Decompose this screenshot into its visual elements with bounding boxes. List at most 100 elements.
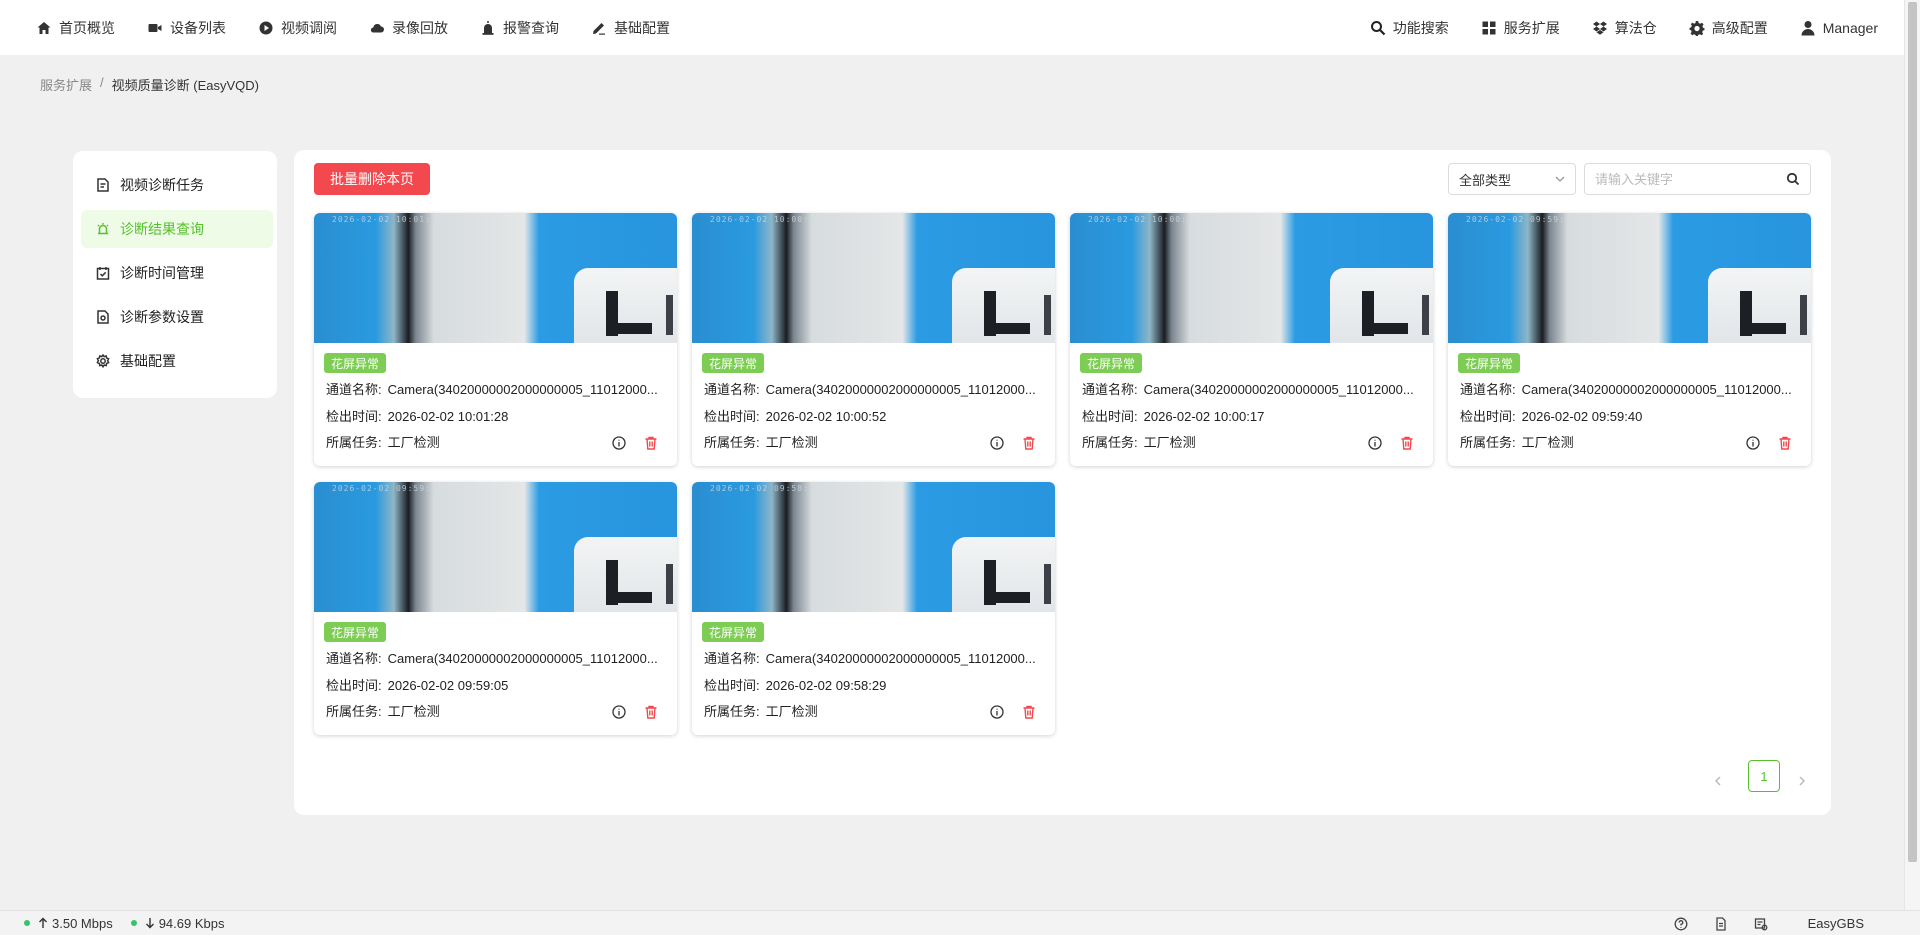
result-card[interactable]: 2026-02-02 09:59:4 花屏异常 通道名称: Camera(3402… — [1448, 213, 1811, 466]
channel-value: Camera(34020000002000000005_11012000... — [765, 382, 1036, 397]
info-button[interactable] — [611, 704, 627, 720]
channel-value: Camera(34020000002000000005_11012000... — [387, 382, 658, 397]
snapshot-thumbnail[interactable]: 2026-02-02 09:58:2 — [692, 482, 1055, 612]
pagination-prev[interactable] — [1712, 774, 1728, 790]
pagination-next[interactable] — [1796, 774, 1812, 790]
vertical-scrollbar[interactable] — [1904, 0, 1920, 910]
channel-line: 通道名称: Camera(34020000002000000005_1101200… — [326, 379, 671, 398]
channel-label: 通道名称: — [326, 651, 382, 666]
nav-alarm[interactable]: 报警查询 — [480, 18, 559, 38]
nav-playback-label: 录像回放 — [392, 19, 448, 36]
snapshot-timestamp-overlay: 2026-02-02 10:01:2 — [332, 215, 437, 224]
result-card[interactable]: 2026-02-02 10:01:2 花屏异常 通道名称: Camera(3402… — [314, 213, 677, 466]
chevron-down-icon — [1555, 176, 1565, 182]
info-button[interactable] — [1367, 435, 1383, 451]
anomaly-tag: 花屏异常 — [324, 622, 387, 642]
batch-delete-button[interactable]: 批量删除本页 — [314, 163, 430, 195]
snapshot-thumbnail[interactable]: 2026-02-02 10:00:5 — [692, 213, 1055, 343]
snapshot-timestamp-overlay: 2026-02-02 10:00:1 — [1088, 215, 1193, 224]
info-button[interactable] — [1745, 435, 1761, 451]
device-settings-icon[interactable] — [1754, 917, 1768, 931]
breadcrumb-separator: / — [100, 75, 104, 90]
snapshot-timestamp-overlay: 2026-02-02 09:59:0 — [332, 484, 437, 493]
result-card[interactable]: 2026-02-02 09:59:0 花屏异常 通道名称: Camera(3402… — [314, 482, 677, 735]
nav-playback[interactable]: 录像回放 — [369, 18, 448, 38]
document-icon[interactable] — [1714, 916, 1728, 931]
nav-home[interactable]: 首页概览 — [36, 18, 115, 38]
nav-user-menu[interactable]: Manager — [1800, 20, 1878, 36]
nav-service-ext[interactable]: 服务扩展 — [1481, 18, 1560, 38]
time-line: 检出时间: 2026-02-02 09:59:40 — [1460, 406, 1805, 425]
nav-config[interactable]: 基础配置 — [591, 18, 670, 38]
type-select-value: 全部类型 — [1459, 172, 1512, 188]
info-button[interactable] — [611, 435, 627, 451]
help-icon[interactable] — [1674, 917, 1688, 931]
breadcrumb: 服务扩展 / 视频质量诊断 (EasyVQD) — [40, 75, 259, 94]
result-card[interactable]: 2026-02-02 10:00:1 花屏异常 通道名称: Camera(3402… — [1070, 213, 1433, 466]
search-input[interactable] — [1595, 171, 1775, 187]
trash-icon — [1779, 436, 1791, 450]
time-line: 检出时间: 2026-02-02 09:59:05 — [326, 675, 671, 694]
nav-feature-search-label: 功能搜索 — [1392, 19, 1449, 36]
menu-item-basic-config[interactable]: 基础配置 — [81, 342, 273, 380]
snapshot-thumbnail[interactable]: 2026-02-02 09:59:0 — [314, 482, 677, 612]
menu-item-diagnosis-result[interactable]: 诊断结果查询 — [81, 210, 273, 248]
snapshot-thumbnail[interactable]: 2026-02-02 09:59:4 — [1448, 213, 1811, 343]
delete-button[interactable] — [1021, 435, 1037, 451]
nav-feature-search[interactable]: 功能搜索 — [1370, 18, 1449, 38]
nav-algorithm[interactable]: 算法仓 — [1592, 18, 1657, 38]
delete-button[interactable] — [643, 435, 659, 451]
channel-line: 通道名称: Camera(34020000002000000005_1101200… — [704, 648, 1049, 667]
pagination-page[interactable]: 1 — [1748, 760, 1780, 792]
info-button[interactable] — [989, 704, 1005, 720]
chevron-left-icon — [1714, 776, 1721, 786]
gear-icon — [96, 354, 110, 368]
edit-icon — [593, 22, 605, 35]
menu-item-diagnosis-task[interactable]: 视频诊断任务 — [81, 166, 273, 204]
nav-advanced[interactable]: 高级配置 — [1689, 18, 1768, 38]
time-label: 检出时间: — [1082, 409, 1138, 424]
alarm-icon — [482, 20, 494, 35]
time-value: 2026-02-02 09:59:05 — [387, 678, 509, 693]
delete-button[interactable] — [1399, 435, 1415, 451]
channel-label: 通道名称: — [704, 382, 760, 397]
nav-advanced-label: 高级配置 — [1711, 19, 1768, 36]
task-label: 所属任务: — [1082, 435, 1138, 450]
delete-button[interactable] — [1021, 704, 1037, 720]
channel-value: Camera(34020000002000000005_11012000... — [387, 651, 658, 666]
info-icon — [612, 436, 626, 450]
scrollbar-thumb[interactable] — [1908, 2, 1917, 862]
apps-icon — [1482, 21, 1496, 34]
nav-left: 首页概览 设备列表 视频调阅 录像回放 报警查询 基础配置 — [36, 0, 702, 55]
result-card[interactable]: 2026-02-02 09:58:2 花屏异常 通道名称: Camera(3402… — [692, 482, 1055, 735]
snapshot-timestamp-overlay: 2026-02-02 09:59:4 — [1466, 215, 1571, 224]
user-icon — [1801, 20, 1815, 35]
delete-button[interactable] — [643, 704, 659, 720]
menu-item-diagnosis-params[interactable]: 诊断参数设置 — [81, 298, 273, 336]
menu-item-label: 诊断结果查询 — [120, 221, 204, 237]
snapshot-thumbnail[interactable]: 2026-02-02 10:01:2 — [314, 213, 677, 343]
snapshot-thumbnail[interactable]: 2026-02-02 10:00:1 — [1070, 213, 1433, 343]
nav-devices[interactable]: 设备列表 — [147, 18, 226, 38]
delete-button[interactable] — [1777, 435, 1793, 451]
type-select[interactable]: 全部类型 — [1448, 163, 1576, 195]
channel-label: 通道名称: — [1460, 382, 1516, 397]
anomaly-tag: 花屏异常 — [1080, 353, 1143, 373]
snapshot-timestamp-overlay: 2026-02-02 09:58:2 — [710, 484, 815, 493]
search-icon[interactable] — [1786, 172, 1800, 186]
task-value: 工厂检测 — [765, 704, 818, 719]
arrow-down-icon — [145, 918, 154, 929]
trash-icon — [1401, 436, 1413, 450]
brand-label: EasyGBS — [1807, 916, 1864, 931]
info-button[interactable] — [989, 435, 1005, 451]
menu-item-diagnosis-time[interactable]: 诊断时间管理 — [81, 254, 273, 292]
result-card[interactable]: 2026-02-02 10:00:5 花屏异常 通道名称: Camera(3402… — [692, 213, 1055, 466]
nav-algorithm-label: 算法仓 — [1614, 19, 1657, 36]
download-rate: 94.69 Kbps — [158, 915, 225, 931]
info-icon — [990, 705, 1004, 719]
channel-label: 通道名称: — [326, 382, 382, 397]
channel-line: 通道名称: Camera(34020000002000000005_1101200… — [326, 648, 671, 667]
dropbox-icon — [1592, 21, 1607, 35]
nav-video[interactable]: 视频调阅 — [258, 18, 337, 38]
breadcrumb-parent[interactable]: 服务扩展 — [40, 75, 92, 94]
